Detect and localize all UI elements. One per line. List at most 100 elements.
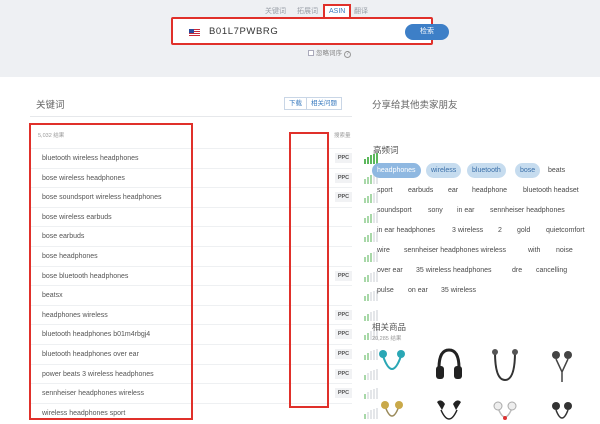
- volume-bar: [367, 274, 369, 282]
- ppc-badge: PPC: [335, 270, 352, 281]
- annotation-box-keywords: [29, 123, 193, 420]
- product-black-over-ear-headphones[interactable]: [432, 346, 466, 384]
- keyword-chip[interactable]: with: [523, 243, 545, 258]
- keyword-chip[interactable]: headphones: [372, 163, 421, 178]
- keyword-chip[interactable]: quietcomfort: [541, 223, 590, 238]
- annotation-box-ppc: [289, 132, 329, 408]
- volume-bar: [370, 174, 372, 184]
- keyword-chip[interactable]: sport: [372, 183, 398, 198]
- keyword-chip[interactable]: cancelling: [531, 263, 572, 278]
- volume-bar: [370, 311, 372, 321]
- volume-bar: [367, 254, 369, 262]
- product-black-neckband-earbuds[interactable]: [488, 346, 522, 384]
- product-black-earbuds-with-cable[interactable]: [545, 346, 579, 384]
- volume-bar: [364, 335, 366, 341]
- volume-bar: [370, 155, 372, 164]
- related-products-title: 相关商品: [372, 322, 407, 332]
- keyword-chip[interactable]: headphone: [467, 183, 512, 198]
- volume-bar: [370, 390, 372, 400]
- ignore-word-order-checkbox[interactable]: [308, 50, 314, 56]
- search-button[interactable]: 检索: [405, 24, 449, 40]
- related-questions-button[interactable]: 相关问题: [307, 97, 342, 110]
- us-flag-icon[interactable]: [189, 29, 200, 36]
- ppc-badge: PPC: [335, 388, 352, 399]
- share-title: 分享给其他卖家朋友: [372, 100, 458, 111]
- product-dark-earbuds[interactable]: [545, 396, 579, 424]
- download-button[interactable]: 下载: [284, 97, 307, 110]
- keyword-chip[interactable]: dre: [507, 263, 527, 278]
- keyword-chip[interactable]: ear: [443, 183, 463, 198]
- volume-bar: [367, 372, 369, 380]
- tab-keyword[interactable]: 关键词: [265, 6, 286, 16]
- product-gold-earbuds[interactable]: [375, 396, 409, 424]
- keyword-chip[interactable]: wireless: [426, 163, 462, 178]
- keyword-chip[interactable]: bluetooth headset: [518, 183, 584, 198]
- product-black-sport-earbuds[interactable]: [432, 396, 466, 424]
- volume-bar: [370, 252, 372, 262]
- volume-bar: [364, 178, 366, 184]
- high-frequency-title: 高频词: [373, 145, 399, 155]
- volume-bar: [364, 198, 366, 204]
- keyword-chip[interactable]: in ear: [452, 203, 480, 218]
- divider: [30, 116, 352, 117]
- volume-bar: [367, 313, 369, 321]
- search-mode-tabs: 关键词 拓展词 ASIN 翻译: [0, 4, 600, 19]
- tab-expand-keyword[interactable]: 拓展词: [297, 6, 318, 16]
- keyword-chip[interactable]: gold: [512, 223, 535, 238]
- volume-bar: [364, 237, 366, 243]
- ppc-badge: PPC: [335, 192, 352, 203]
- volume-bar: [364, 315, 366, 321]
- ppc-badge: PPC: [335, 172, 352, 183]
- ppc-badge: PPC: [335, 368, 352, 379]
- keyword-chip[interactable]: wire: [372, 243, 395, 258]
- keyword-chip[interactable]: 35 wireless headphones: [411, 263, 497, 278]
- keyword-chip[interactable]: on ear: [403, 283, 433, 298]
- keyword-chip[interactable]: earbuds: [403, 183, 438, 198]
- keyword-chip[interactable]: over ear: [372, 263, 408, 278]
- ignore-word-order-option[interactable]: 忽略词序?: [308, 47, 351, 58]
- keyword-chip[interactable]: 35 wireless: [436, 283, 481, 298]
- volume-bar: [367, 392, 369, 400]
- volume-bar: [370, 194, 372, 204]
- keywords-actions: 下载 相关问题: [284, 97, 342, 110]
- keyword-chip[interactable]: noise: [551, 243, 578, 258]
- volume-bar: [364, 374, 366, 380]
- volume-bar: [364, 354, 366, 360]
- keyword-chip[interactable]: sony: [423, 203, 448, 218]
- volume-bar: [364, 394, 366, 400]
- product-white-wired-earbuds[interactable]: [488, 396, 522, 424]
- search-box: B01L7PWBRG: [171, 17, 433, 45]
- volume-bar: [367, 294, 369, 302]
- keyword-chip[interactable]: beats: [543, 163, 570, 178]
- volume-bar: [370, 213, 372, 223]
- volume-bar: [364, 413, 366, 419]
- keywords-title: 关键词: [36, 100, 65, 111]
- product-teal-earbuds[interactable]: [375, 346, 409, 384]
- tab-translate[interactable]: 翻译: [354, 6, 368, 16]
- help-icon[interactable]: ?: [344, 51, 351, 58]
- volume-bar: [367, 215, 369, 223]
- volume-bar: [370, 272, 372, 282]
- volume-bar: [367, 411, 369, 419]
- keyword-chip[interactable]: 3 wireless: [447, 223, 488, 238]
- ppc-badge: PPC: [335, 329, 352, 340]
- ppc-badge: PPC: [335, 153, 352, 163]
- search-volume-header[interactable]: 搜索量: [334, 131, 351, 139]
- volume-bar: [364, 217, 366, 223]
- search-band: 关键词 拓展词 ASIN 翻译 B01L7PWBRG 检索 忽略词序?: [0, 0, 600, 77]
- asin-search-input[interactable]: B01L7PWBRG: [209, 26, 278, 37]
- search-volume-bars: [364, 309, 380, 321]
- volume-bar: [370, 409, 372, 419]
- volume-bar: [367, 333, 369, 341]
- keyword-chip[interactable]: bluetooth: [467, 163, 506, 178]
- ignore-word-order-label: 忽略词序: [316, 50, 342, 57]
- keyword-chip[interactable]: 2: [493, 223, 507, 238]
- keyword-chip[interactable]: bose: [515, 163, 541, 178]
- keyword-chip[interactable]: in ear headphones: [372, 223, 440, 238]
- keyword-chip[interactable]: sennheiser headphones wireless: [399, 243, 511, 258]
- keyword-chip[interactable]: pulse: [372, 283, 399, 298]
- keyword-chip[interactable]: sennheiser headphones: [485, 203, 570, 218]
- keyword-chip[interactable]: soundsport: [372, 203, 417, 218]
- volume-bar: [367, 157, 369, 164]
- volume-bar: [370, 233, 372, 243]
